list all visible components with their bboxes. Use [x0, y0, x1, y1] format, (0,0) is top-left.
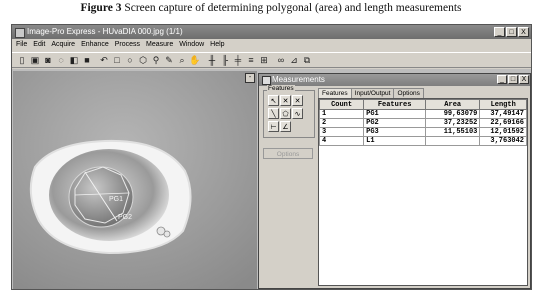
polygon-tool-icon[interactable]: ⬠ — [280, 108, 291, 119]
figure-caption: Figure 3 Screen capture of determining p… — [0, 0, 542, 16]
measurements-titlebar[interactable]: Measurements _ □ X — [259, 74, 530, 86]
hand-icon[interactable]: ✋ — [189, 54, 201, 66]
column-header-count[interactable]: Count — [318, 99, 365, 110]
table-row[interactable]: 3 PG3 11,55103 12,01592 — [318, 127, 527, 137]
minimize-button[interactable]: _ — [494, 27, 505, 37]
window-controls: _ □ X — [494, 27, 529, 37]
line-tool-icon[interactable]: ╲ — [268, 108, 279, 119]
column-header-features[interactable]: Features — [363, 99, 427, 110]
cell-area: 11,55103 — [425, 127, 481, 137]
app-window: Image-Pro Express - HUvaDIA 000.jpg (1/1… — [11, 24, 532, 290]
tab-features[interactable]: Features — [318, 88, 352, 98]
cell-count: 2 — [318, 118, 365, 128]
app-icon — [15, 28, 25, 38]
polygon-select-icon[interactable]: ⬡ — [137, 54, 149, 66]
measurements-window-icon — [262, 76, 271, 85]
options-button[interactable]: Options — [263, 148, 313, 159]
open-icon[interactable]: ◧ — [68, 54, 80, 66]
cell-length: 12,01592 — [479, 127, 527, 137]
zoom-icon[interactable]: ⌕ — [176, 54, 188, 66]
table-row[interactable]: 2 PG2 37,23252 22,69166 — [318, 118, 527, 128]
table-row[interactable]: 1 PG1 99,63079 37,49147 — [318, 109, 527, 119]
maximize-button[interactable]: □ — [506, 27, 517, 37]
cell-count: 3 — [318, 127, 365, 137]
column-header-area[interactable]: Area — [425, 99, 481, 110]
rect-select-icon[interactable]: □ — [111, 54, 123, 66]
image-window[interactable]: PG1 PG2 - — [13, 71, 257, 289]
camera-icon[interactable]: ◙ — [42, 54, 54, 66]
caliper-tool-icon[interactable]: ⊢ — [268, 121, 279, 132]
save-icon[interactable]: ▣ — [29, 54, 41, 66]
measurements-table: Count Features Area Length 1 PG1 99,6307… — [318, 99, 527, 146]
measurements-window-controls: _ □ X — [497, 75, 529, 84]
tab-input-output[interactable]: Input/Output — [350, 88, 395, 98]
cell-feature: PG1 — [363, 109, 427, 119]
micrograph-image: PG1 PG2 — [13, 71, 257, 289]
menu-bar: File Edit Acquire Enhance Process Measur… — [12, 39, 531, 51]
delete-feature-icon[interactable]: ✕ — [280, 95, 291, 106]
lasso-icon[interactable]: ◌ — [55, 54, 67, 66]
menu-measure[interactable]: Measure — [146, 39, 173, 51]
measurements-maximize-button[interactable]: □ — [508, 75, 518, 84]
menu-window[interactable]: Window — [179, 39, 204, 51]
cell-length: 22,69166 — [479, 118, 527, 128]
cell-area: 37,23252 — [425, 118, 481, 128]
workspace: PG1 PG2 - Measurements _ □ X Features ↖ — [12, 69, 531, 289]
new-icon[interactable]: ▯ — [16, 54, 28, 66]
cell-count: 4 — [318, 136, 365, 146]
cell-feature: PG2 — [363, 118, 427, 128]
menu-enhance[interactable]: Enhance — [81, 39, 109, 51]
column-header-length[interactable]: Length — [479, 99, 527, 110]
menu-edit[interactable]: Edit — [33, 39, 45, 51]
cell-feature: L1 — [363, 136, 427, 146]
grid-icon[interactable]: ≡ — [245, 54, 257, 66]
close-button[interactable]: X — [518, 27, 529, 37]
pen-icon[interactable]: ✎ — [163, 54, 175, 66]
line-profile-icon[interactable]: ╟ — [219, 54, 231, 66]
bitmap-icon[interactable]: ╪ — [232, 54, 244, 66]
figure-label: Figure 3 — [80, 2, 122, 14]
pg1-label: PG1 — [109, 196, 123, 203]
features-group-label: Features — [267, 85, 295, 92]
measurements-minimize-button[interactable]: _ — [497, 75, 507, 84]
freehand-tool-icon[interactable]: ∿ — [292, 108, 303, 119]
measurements-table-area: Count Features Area Length 1 PG1 99,6307… — [318, 98, 528, 286]
image-window-minimize[interactable]: - — [245, 73, 255, 83]
measure-icon[interactable]: ⊞ — [258, 54, 270, 66]
histogram-icon[interactable]: ╫ — [206, 54, 218, 66]
measurements-window: Measurements _ □ X Features ↖ ✕ ✕ ╲ ⬠ ∿ … — [258, 73, 531, 289]
angle-tool-icon[interactable]: ∠ — [280, 121, 291, 132]
undo-icon[interactable]: ↶ — [98, 54, 110, 66]
wand-icon[interactable]: ⚲ — [150, 54, 162, 66]
ruler-icon[interactable]: ⧉ — [301, 54, 313, 66]
calibrate-icon[interactable]: ⊿ — [288, 54, 300, 66]
table-row[interactable]: 4 L1 3,763042 — [318, 136, 527, 146]
print-icon[interactable]: ■ — [81, 54, 93, 66]
main-toolbar: ▯ ▣ ◙ ◌ ◧ ■ ↶ □ ○ ⬡ ⚲ ✎ ⌕ ✋ ╫ ╟ ╪ ≡ ⊞ ∞ … — [12, 52, 531, 68]
app-titlebar[interactable]: Image-Pro Express - HUvaDIA 000.jpg (1/1… — [12, 25, 531, 39]
cell-area: 99,63079 — [425, 109, 481, 119]
app-title: Image-Pro Express - HUvaDIA 000.jpg (1/1… — [27, 27, 183, 36]
figure-caption-text: Screen capture of determining polygonal … — [124, 2, 462, 14]
cell-length: 37,49147 — [479, 109, 527, 119]
clear-all-icon[interactable]: ✕ — [292, 95, 303, 106]
select-pointer-icon[interactable]: ↖ — [268, 95, 279, 106]
measurements-tabs: Features Input/Output Options — [318, 88, 424, 98]
table-header-row: Count Features Area Length — [318, 99, 527, 110]
cell-length: 3,763042 — [479, 136, 527, 146]
measurements-close-button[interactable]: X — [519, 75, 529, 84]
menu-acquire[interactable]: Acquire — [51, 39, 75, 51]
ellipse-select-icon[interactable]: ○ — [124, 54, 136, 66]
feature-tools-group: Features ↖ ✕ ✕ ╲ ⬠ ∿ ⊢ ∠ — [263, 85, 315, 138]
tab-options[interactable]: Options — [393, 88, 424, 98]
menu-process[interactable]: Process — [115, 39, 140, 51]
cell-count: 1 — [318, 109, 365, 119]
cell-feature: PG3 — [363, 127, 427, 137]
menu-file[interactable]: File — [16, 39, 27, 51]
cell-area — [425, 136, 481, 146]
pg2-label: PG2 — [118, 214, 132, 221]
count-icon[interactable]: ∞ — [275, 54, 287, 66]
menu-help[interactable]: Help — [210, 39, 224, 51]
